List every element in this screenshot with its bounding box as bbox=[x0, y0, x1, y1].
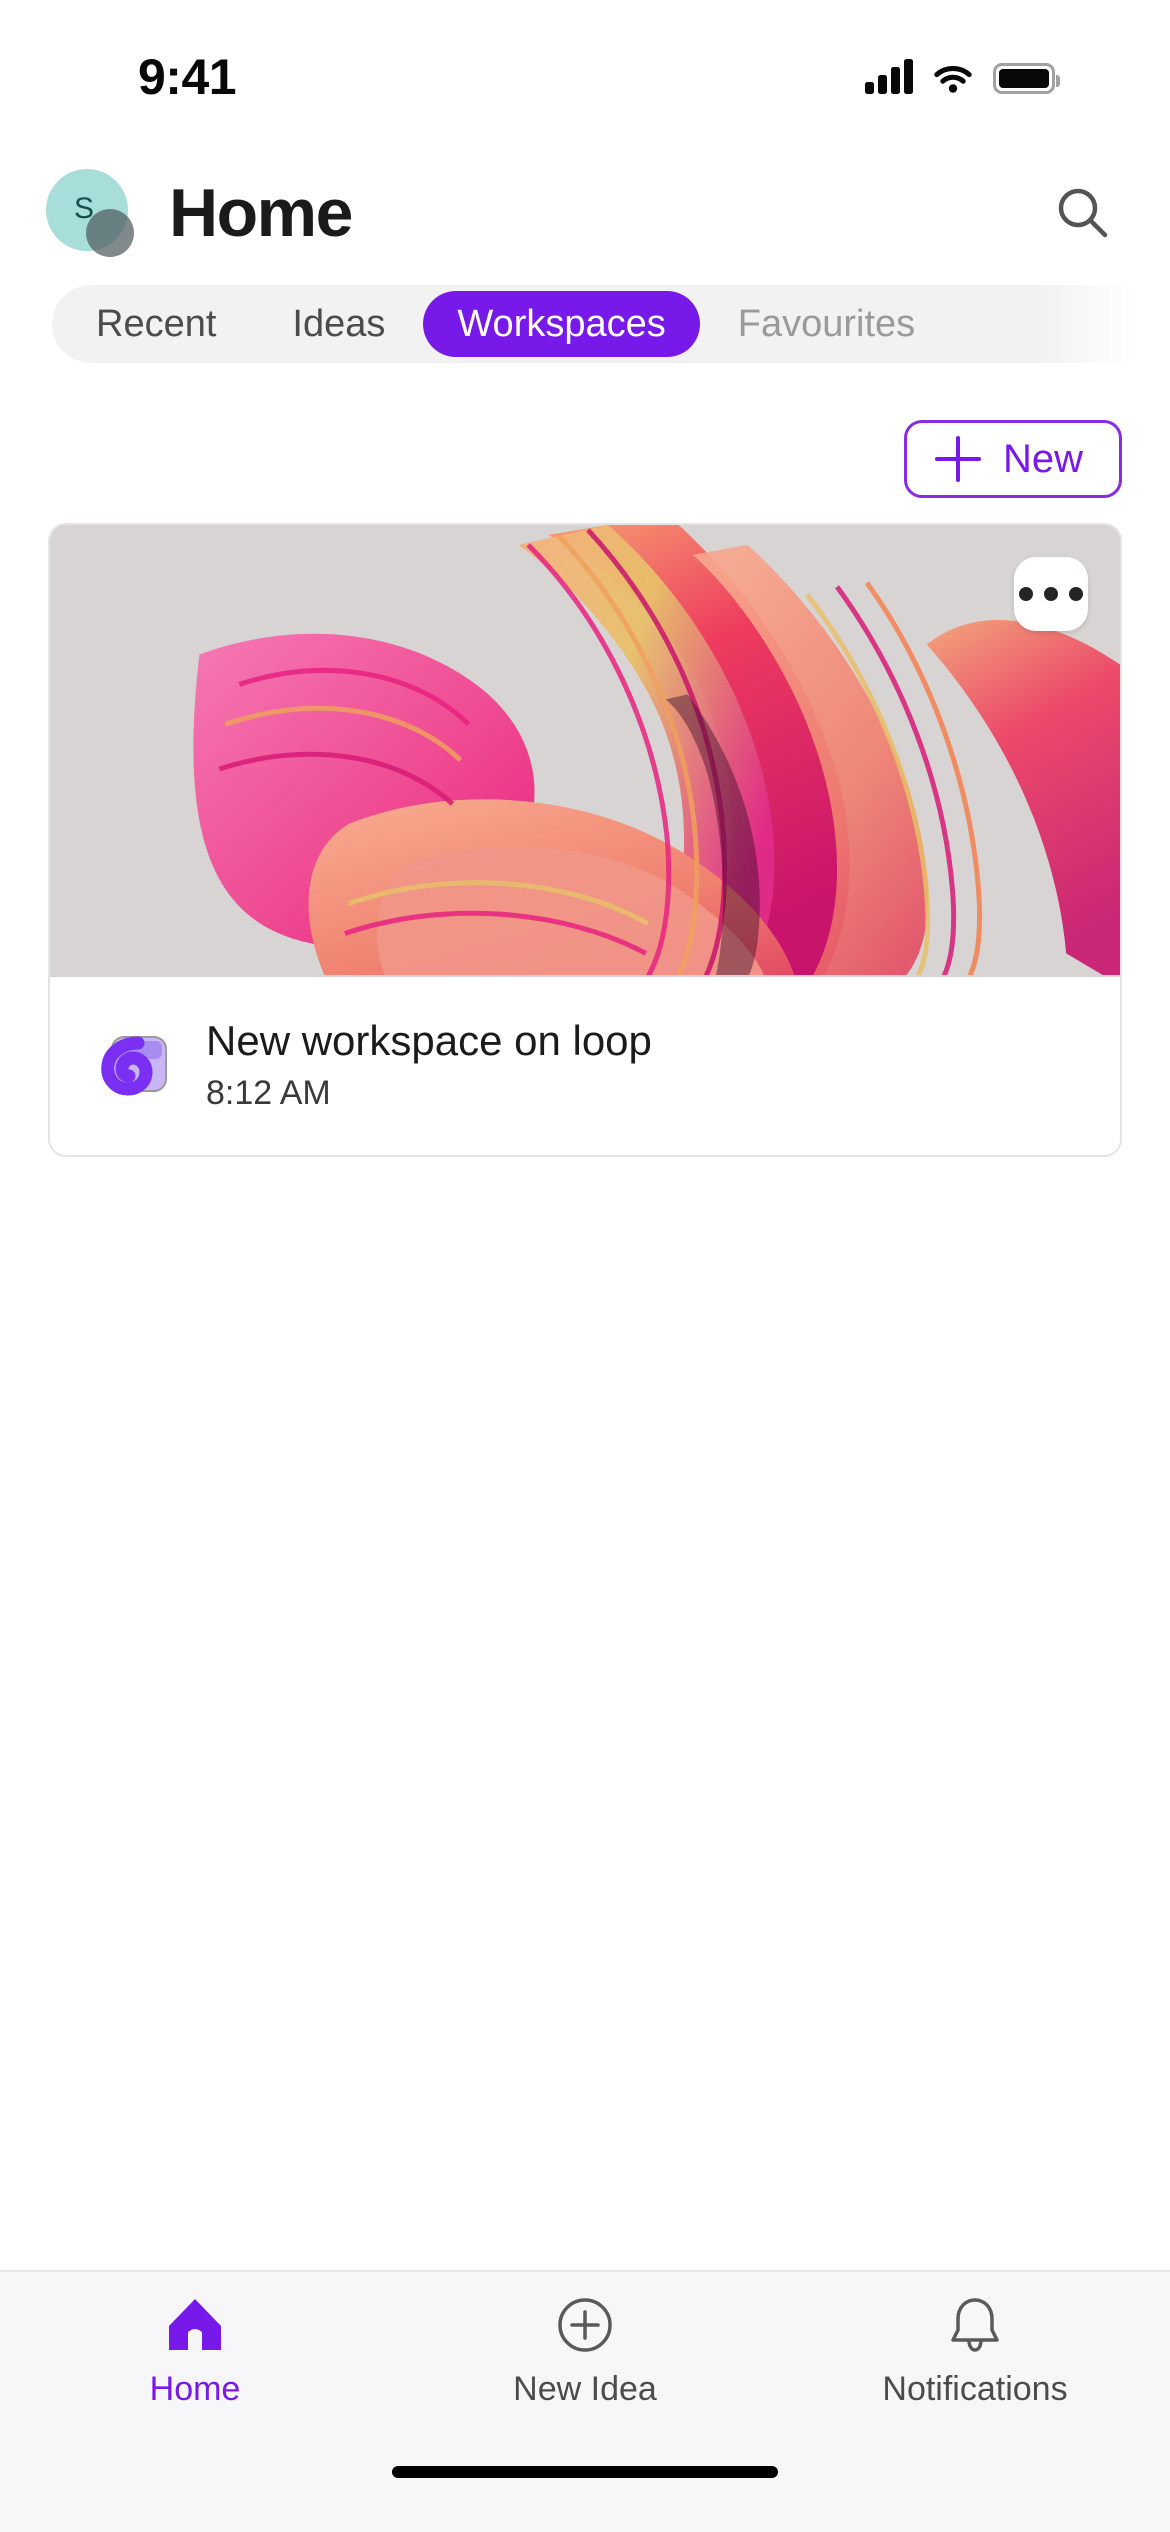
cellular-signal-icon bbox=[865, 58, 913, 94]
new-button[interactable]: New bbox=[903, 420, 1122, 498]
avatar[interactable]: S bbox=[46, 168, 134, 257]
home-indicator[interactable] bbox=[392, 2466, 778, 2478]
tab-workspaces[interactable]: Workspaces bbox=[423, 291, 700, 357]
workspace-artwork bbox=[50, 525, 1120, 977]
status-bar-icons bbox=[865, 52, 1060, 94]
workspace-list: New workspace on loop 8:12 AM bbox=[0, 523, 1170, 1157]
nav-label-home: Home bbox=[149, 2370, 241, 2408]
tab-recent[interactable]: Recent bbox=[58, 291, 254, 357]
card-more-options-button[interactable] bbox=[1014, 557, 1088, 631]
nav-item-home[interactable]: Home bbox=[0, 2294, 390, 2409]
plus-icon bbox=[934, 436, 981, 482]
action-row: New bbox=[0, 395, 1170, 523]
bottom-navigation: Home New Idea Notifications bbox=[0, 2270, 1170, 2440]
bell-icon bbox=[946, 2294, 1004, 2356]
presence-indicator bbox=[86, 208, 134, 257]
status-bar-time: 9:41 bbox=[138, 49, 237, 105]
app-header: S Home bbox=[0, 140, 1170, 285]
abstract-swirl-artwork bbox=[50, 525, 1120, 976]
tab-list: Recent Ideas Workspaces Favourites bbox=[52, 285, 1160, 363]
status-bar: 9:41 bbox=[0, 0, 1170, 140]
page-title: Home bbox=[169, 174, 353, 251]
search-button[interactable] bbox=[1044, 174, 1122, 252]
workspace-card[interactable]: New workspace on loop 8:12 AM bbox=[48, 523, 1122, 1157]
nav-label-notifications: Notifications bbox=[882, 2370, 1068, 2408]
wifi-icon bbox=[931, 60, 975, 94]
workspace-title: New workspace on loop bbox=[206, 1017, 652, 1065]
more-options-icon bbox=[1019, 587, 1033, 601]
battery-icon bbox=[993, 63, 1060, 94]
search-icon bbox=[1058, 188, 1108, 237]
home-indicator-area bbox=[0, 2440, 1170, 2532]
workspace-timestamp: 8:12 AM bbox=[206, 1073, 331, 1112]
tab-favourites[interactable]: Favourites bbox=[700, 291, 953, 357]
nav-label-new-idea: New Idea bbox=[513, 2370, 657, 2408]
workspace-card-texts: New workspace on loop 8:12 AM bbox=[206, 1019, 652, 1112]
app-screen: 9:41 S Home Recent Ideas Workspaces Favo… bbox=[0, 0, 1170, 2532]
microsoft-loop-icon bbox=[94, 1027, 172, 1105]
workspace-card-body: New workspace on loop 8:12 AM bbox=[50, 977, 1120, 1155]
tab-strip[interactable]: Recent Ideas Workspaces Favourites bbox=[0, 285, 1170, 395]
nav-item-notifications[interactable]: Notifications bbox=[780, 2294, 1170, 2409]
content-empty-space bbox=[0, 1157, 1170, 2270]
plus-circle-icon bbox=[555, 2294, 615, 2356]
tab-ideas[interactable]: Ideas bbox=[254, 291, 423, 357]
nav-item-new-idea[interactable]: New Idea bbox=[390, 2294, 780, 2409]
home-icon bbox=[165, 2294, 225, 2356]
new-button-label: New bbox=[1002, 436, 1083, 481]
